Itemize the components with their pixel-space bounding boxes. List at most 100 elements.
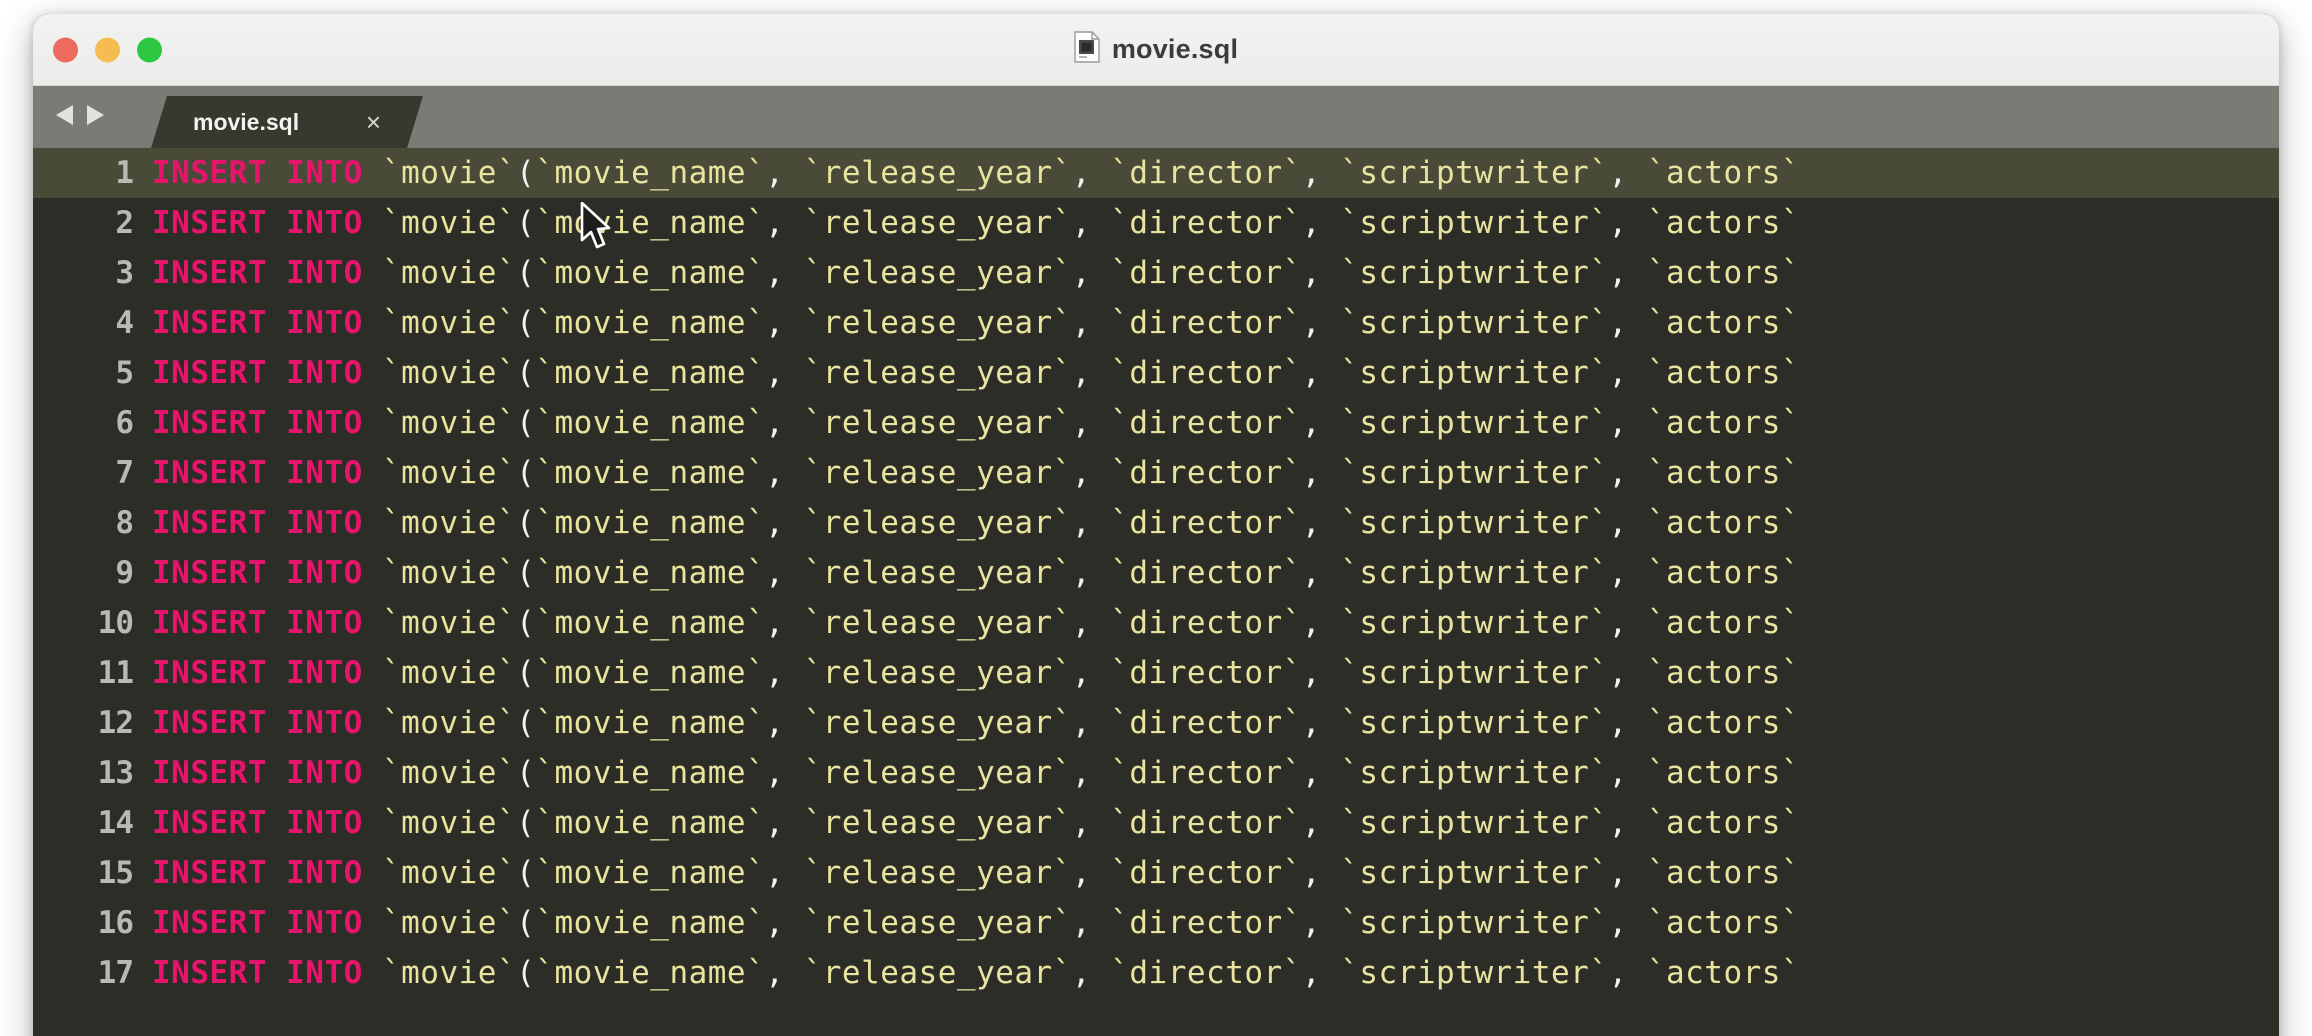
screen: movie.sql movie.sql × 1 INSERT INTO `mov…: [0, 0, 2312, 1036]
code-line[interactable]: 12 INSERT INTO `movie`(`movie_name`, `rel…: [33, 698, 2279, 748]
code-line[interactable]: 3 INSERT INTO `movie`(`movie_name`, `rele…: [33, 248, 2279, 298]
code-token: INSERT INTO: [152, 705, 382, 741]
code-token: (: [516, 705, 536, 741]
code-token: INSERT INTO: [152, 755, 382, 791]
code-token: (: [516, 405, 536, 441]
code-line-text: INSERT INTO `movie`(`movie_name`, `relea…: [152, 605, 2279, 641]
code-line[interactable]: 2 INSERT INTO `movie`(`movie_name`, `rele…: [33, 198, 2279, 248]
code-line[interactable]: 10 INSERT INTO `movie`(`movie_name`, `rel…: [33, 598, 2279, 648]
code-line-text: INSERT INTO `movie`(`movie_name`, `relea…: [152, 755, 2279, 791]
minimize-window-button[interactable]: [95, 37, 120, 62]
code-token: `release_year`: [803, 355, 1072, 391]
code-token: INSERT INTO: [152, 505, 382, 541]
code-token: `movie`: [381, 855, 517, 891]
code-token: `director`: [1110, 805, 1302, 841]
code-token: `director`: [1110, 555, 1302, 591]
code-token: `director`: [1110, 155, 1302, 191]
code-token: `actors`: [1646, 605, 1801, 641]
code-line[interactable]: 11 INSERT INTO `movie`(`movie_name`, `rel…: [33, 648, 2279, 698]
code-line[interactable]: 5 INSERT INTO `movie`(`movie_name`, `rele…: [33, 348, 2279, 398]
code-token: `movie_name`: [535, 605, 766, 641]
code-token: `release_year`: [803, 305, 1072, 341]
code-token: `release_year`: [803, 505, 1072, 541]
close-window-button[interactable]: [53, 37, 78, 62]
code-token: `movie_name`: [535, 655, 766, 691]
code-line[interactable]: 13 INSERT INTO `movie`(`movie_name`, `rel…: [33, 748, 2279, 798]
code-token: `director`: [1110, 305, 1302, 341]
code-token: `movie`: [381, 905, 517, 941]
code-token: INSERT INTO: [152, 805, 382, 841]
code-token: (: [516, 655, 536, 691]
code-line-text: INSERT INTO `movie`(`movie_name`, `relea…: [152, 905, 2279, 941]
code-token: ,: [1608, 555, 1647, 591]
code-lines: 1 INSERT INTO `movie`(`movie_name`, `rele…: [33, 148, 2279, 998]
code-line[interactable]: 8 INSERT INTO `movie`(`movie_name`, `rele…: [33, 498, 2279, 548]
code-token: `movie_name`: [535, 355, 766, 391]
code-token: ,: [1071, 755, 1111, 791]
code-token: ,: [1071, 555, 1111, 591]
code-token: `director`: [1110, 605, 1302, 641]
maximize-window-button[interactable]: [137, 37, 162, 62]
tab-movie-sql[interactable]: movie.sql ×: [151, 96, 423, 148]
code-token: ,: [1301, 605, 1341, 641]
code-line[interactable]: 6 INSERT INTO `movie`(`movie_name`, `rele…: [33, 398, 2279, 448]
code-token: ,: [1608, 805, 1647, 841]
code-token: `movie`: [381, 455, 517, 491]
code-token: ,: [1608, 905, 1647, 941]
code-token: ,: [1301, 255, 1341, 291]
code-line[interactable]: 1 INSERT INTO `movie`(`movie_name`, `rele…: [33, 148, 2279, 198]
code-token: ,: [1071, 605, 1111, 641]
code-token: `scriptwriter`: [1340, 405, 1609, 441]
code-token: `movie`: [381, 805, 517, 841]
code-token: `actors`: [1646, 155, 1801, 191]
line-number: 15: [97, 855, 134, 891]
code-token: ,: [765, 905, 804, 941]
code-token: ,: [1608, 255, 1647, 291]
code-line-text: INSERT INTO `movie`(`movie_name`, `relea…: [152, 505, 2279, 541]
code-token: ,: [1301, 155, 1341, 191]
back-arrow-icon[interactable]: [53, 103, 75, 132]
code-line[interactable]: 16 INSERT INTO `movie`(`movie_name`, `rel…: [33, 898, 2279, 948]
code-token: `director`: [1110, 955, 1302, 991]
code-token: INSERT INTO: [152, 455, 382, 491]
code-editor[interactable]: 1 INSERT INTO `movie`(`movie_name`, `rele…: [33, 148, 2279, 1036]
code-token: `scriptwriter`: [1340, 255, 1609, 291]
code-token: (: [516, 305, 536, 341]
code-token: `release_year`: [803, 405, 1072, 441]
code-token: ,: [765, 805, 804, 841]
code-token: ,: [1301, 455, 1341, 491]
code-token: `release_year`: [803, 755, 1072, 791]
code-token: `director`: [1110, 405, 1302, 441]
code-token: `actors`: [1646, 255, 1801, 291]
code-line[interactable]: 9 INSERT INTO `movie`(`movie_name`, `rele…: [33, 548, 2279, 598]
code-line[interactable]: 4 INSERT INTO `movie`(`movie_name`, `rele…: [33, 298, 2279, 348]
code-token: ,: [1301, 305, 1341, 341]
code-token: `actors`: [1646, 355, 1801, 391]
code-token: `movie`: [381, 955, 517, 991]
window-titlebar: movie.sql: [33, 14, 2279, 86]
code-token: ,: [765, 655, 804, 691]
code-line[interactable]: 15 INSERT INTO `movie`(`movie_name`, `rel…: [33, 848, 2279, 898]
code-token: ,: [1071, 355, 1111, 391]
code-token: `movie`: [381, 405, 517, 441]
code-line[interactable]: 17 INSERT INTO `movie`(`movie_name`, `rel…: [33, 948, 2279, 998]
code-token: `actors`: [1646, 855, 1801, 891]
code-token: ,: [1608, 505, 1647, 541]
code-token: ,: [1608, 355, 1647, 391]
code-line[interactable]: 14 INSERT INTO `movie`(`movie_name`, `rel…: [33, 798, 2279, 848]
line-number: 3: [115, 255, 134, 291]
code-token: ,: [765, 405, 804, 441]
code-line[interactable]: 7 INSERT INTO `movie`(`movie_name`, `rele…: [33, 448, 2279, 498]
code-token: `actors`: [1646, 655, 1801, 691]
code-token: ,: [1608, 305, 1647, 341]
line-number: 4: [115, 305, 134, 341]
code-token: `scriptwriter`: [1340, 455, 1609, 491]
code-token: ,: [1301, 905, 1341, 941]
code-token: (: [516, 355, 536, 391]
code-token: `movie`: [381, 255, 517, 291]
close-icon[interactable]: ×: [366, 109, 381, 135]
forward-arrow-icon[interactable]: [85, 103, 107, 132]
code-token: ,: [765, 155, 804, 191]
code-token: (: [516, 205, 536, 241]
code-token: ,: [1071, 505, 1111, 541]
